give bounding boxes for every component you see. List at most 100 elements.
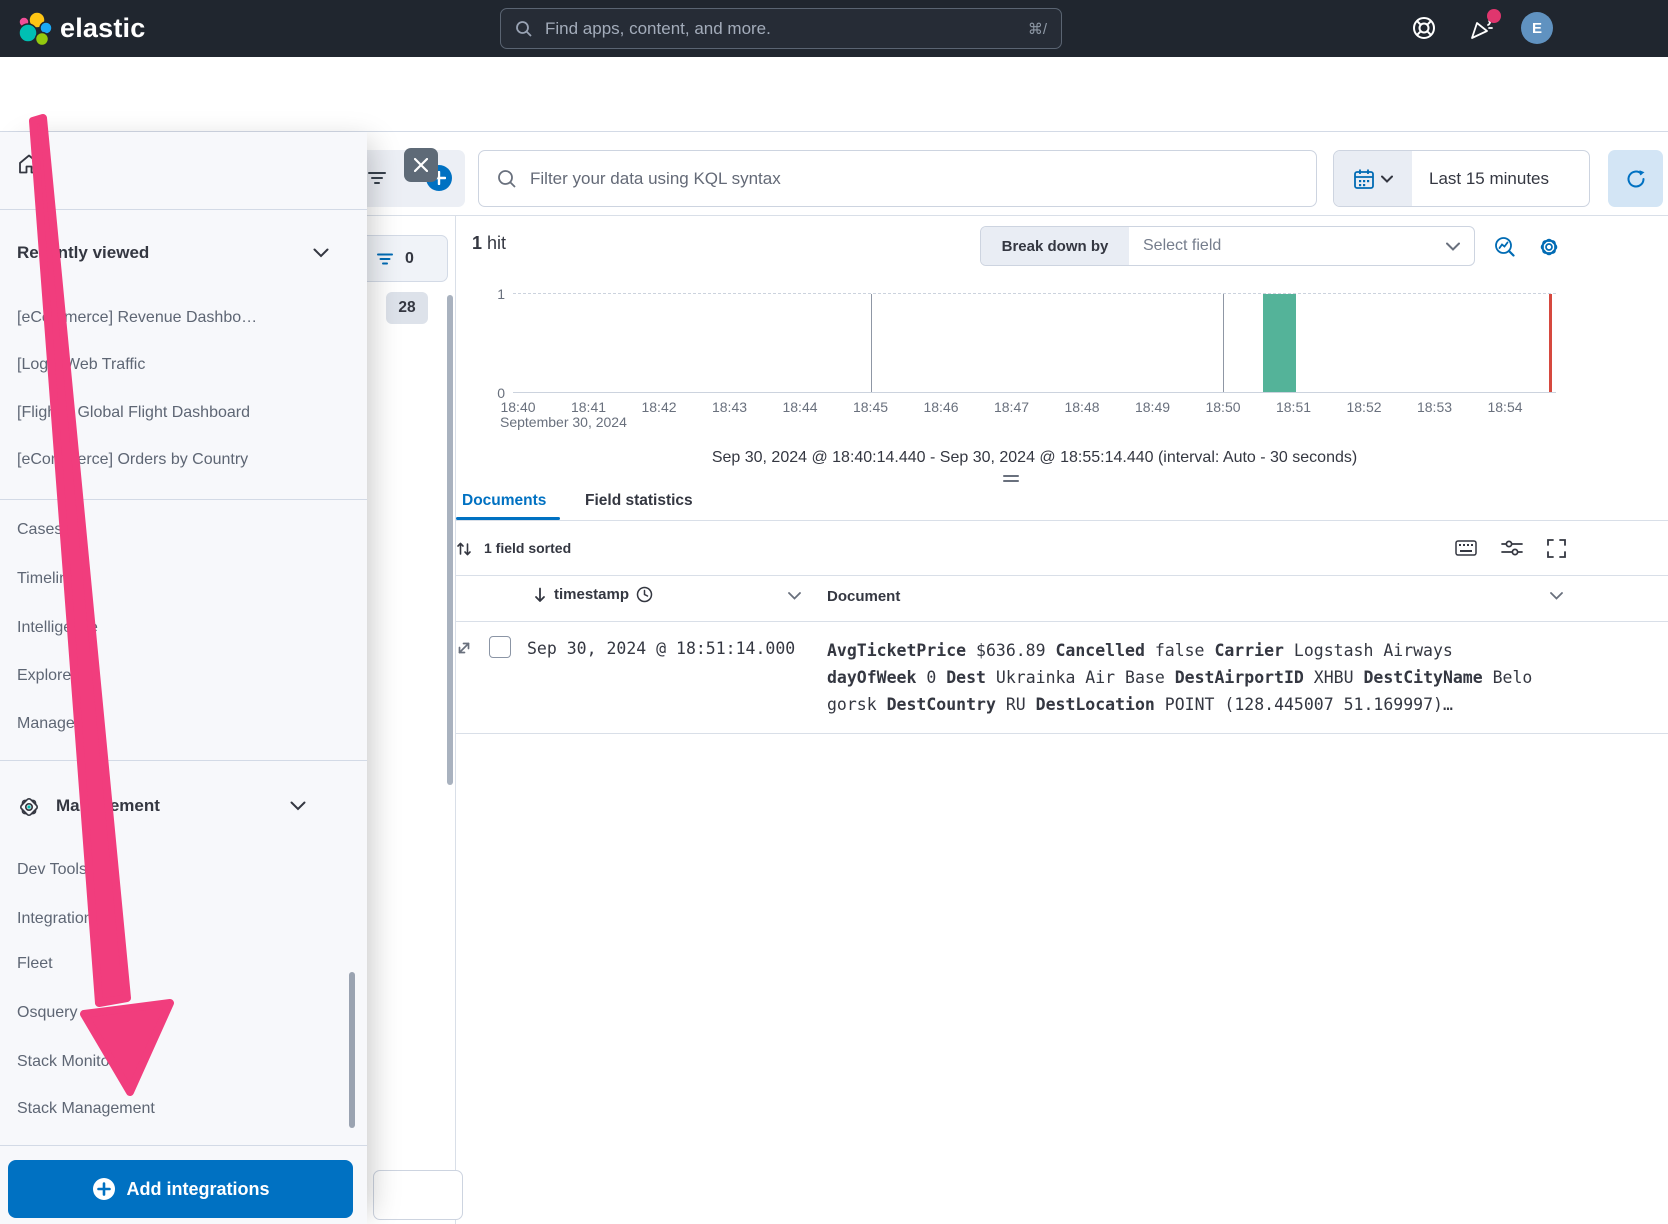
x-axis-tick: 18:54 [1487,399,1522,415]
divider [455,733,1668,734]
x-axis-tick: 18:47 [994,399,1029,415]
chevron-down-icon [1381,175,1393,183]
add-integrations-button[interactable]: Add integrations [8,1160,353,1218]
search-icon [515,20,533,38]
search-icon [497,169,517,189]
x-axis-tick: 18:50 [1205,399,1240,415]
refresh-button[interactable] [1608,150,1663,207]
breakdown-select[interactable]: Select field [1129,227,1474,265]
hits-count: 1 hit [472,233,506,254]
divider [455,520,1668,521]
y-axis-tick-min: 0 [465,385,505,401]
breakdown-label: Break down by [981,227,1129,265]
x-axis-tick: 18:48 [1064,399,1099,415]
x-axis-tick: 18:52 [1346,399,1381,415]
keyboard-icon[interactable] [1455,539,1477,557]
divider [455,621,1668,622]
sidebar-item-fleet[interactable]: Fleet [17,955,53,973]
time-range-value[interactable]: Last 15 minutes [1412,151,1589,206]
tab-field-statistics[interactable]: Field statistics [585,492,693,510]
gear-icon [17,795,41,819]
divider [345,215,1668,216]
panel-divider [455,215,456,1224]
field-count-badge: 28 [386,292,428,324]
x-axis-tick: 18:44 [782,399,817,415]
column-menu-chevron-icon[interactable] [788,592,801,600]
sorted-fields-note[interactable]: 1 field sorted [484,540,571,556]
calendar-icon [1353,168,1375,190]
x-axis-tick: 18:46 [923,399,958,415]
sidebar-item-dev-tools[interactable]: Dev Tools [17,861,87,879]
x-axis-labels: 18:4018:4118:4218:4318:4418:4518:4618:47… [513,399,1556,417]
time-range-picker[interactable]: Last 15 minutes [1333,150,1590,207]
x-axis-date-label: September 30, 2024 [500,414,627,430]
column-header-timestamp[interactable]: timestamp [533,586,653,603]
help-icon[interactable] [1410,14,1438,42]
notification-badge [1487,9,1501,23]
x-axis-tick: 18:41 [571,399,606,415]
x-axis-tick: 18:42 [641,399,676,415]
tab-documents[interactable]: Documents [462,492,546,510]
field-list-scrollbar[interactable] [447,295,453,785]
active-tab-underline [456,517,560,520]
x-axis-tick: 18:53 [1417,399,1452,415]
elastic-logo-icon [16,10,52,46]
brand-name: elastic [60,13,145,44]
chevron-down-icon[interactable] [290,801,306,811]
y-axis-tick-max: 1 [465,286,505,302]
sidebar-item-integrations[interactable]: Integrations [17,910,101,928]
search-shortcut: ⌘/ [1028,20,1047,38]
chart-plot[interactable] [513,293,1556,393]
calendar-menu-button[interactable] [1334,151,1412,206]
avatar[interactable]: E [1521,12,1553,44]
global-header: elastic Find apps, content, and more. ⌘/ [0,0,1668,57]
fullscreen-icon[interactable] [1547,539,1566,558]
divider [0,209,367,210]
recently-viewed-header[interactable]: Recently viewed [17,243,149,263]
sidebar-item-stack-management[interactable]: Stack Management [17,1100,155,1118]
x-axis-tick: 18:51 [1276,399,1311,415]
x-axis-tick: 18:40 [500,399,535,415]
divider [0,499,367,500]
sidebar-item-stack-monitoring[interactable]: Stack Monitoring [17,1053,136,1071]
management-header[interactable]: Management [56,796,160,816]
recent-item-revenue-dashboard[interactable]: [eCommerce] Revenue Dashbo… [17,309,257,327]
row-checkbox[interactable] [489,636,511,658]
column-menu-chevron-icon[interactable] [1550,592,1563,600]
divider [0,760,367,761]
sidebar-scrollbar[interactable] [349,972,355,1128]
recent-item-flight-dashboard[interactable]: [Flights] Global Flight Dashboard [17,404,250,422]
sidebar-item-manage[interactable]: Manage [17,715,75,733]
display-options-icon[interactable] [1501,539,1523,557]
sidebar-item-explore[interactable]: Explore [17,667,71,685]
column-header-document[interactable]: Document [827,588,900,605]
clock-icon [636,586,653,603]
chart-settings-gear-icon[interactable] [1538,236,1560,258]
global-search-input[interactable]: Find apps, content, and more. ⌘/ [500,8,1062,49]
x-axis-tick: 18:43 [712,399,747,415]
global-search-placeholder: Find apps, content, and more. [545,19,1028,39]
current-time-marker [1549,294,1552,392]
recent-item-web-traffic[interactable]: [Logs] Web Traffic [17,356,145,374]
divider [455,575,1668,576]
sort-descending-icon [533,587,547,603]
expand-row-icon[interactable] [456,640,472,656]
field-filter-button[interactable]: 0 [358,235,448,282]
recent-item-orders-by-country[interactable]: [eCommerce] Orders by Country [17,451,248,469]
sidebar-item-cases[interactable]: Cases [17,521,62,539]
x-axis-tick: 18:45 [853,399,888,415]
sort-fields-icon[interactable] [456,541,472,557]
resize-handle[interactable] [1003,475,1019,485]
sidebar-item-intelligence[interactable]: Intelligence [17,619,98,637]
filter-count: 0 [405,250,414,268]
inspect-chart-icon[interactable] [1494,236,1516,258]
chevron-down-icon[interactable] [313,248,329,258]
histogram-bar[interactable] [1263,294,1296,392]
sidebar-item-osquery[interactable]: Osquery [17,1004,77,1022]
close-icon[interactable] [404,148,438,182]
discover-page: elastic Find apps, content, and more. ⌘/ [0,0,1668,1224]
chart-time-interval-caption: Sep 30, 2024 @ 18:40:14.440 - Sep 30, 20… [513,449,1556,467]
kql-query-input[interactable]: Filter your data using KQL syntax [478,150,1317,207]
kql-placeholder: Filter your data using KQL syntax [530,169,781,189]
sidebar-item-timelines[interactable]: Timelines [17,570,85,588]
